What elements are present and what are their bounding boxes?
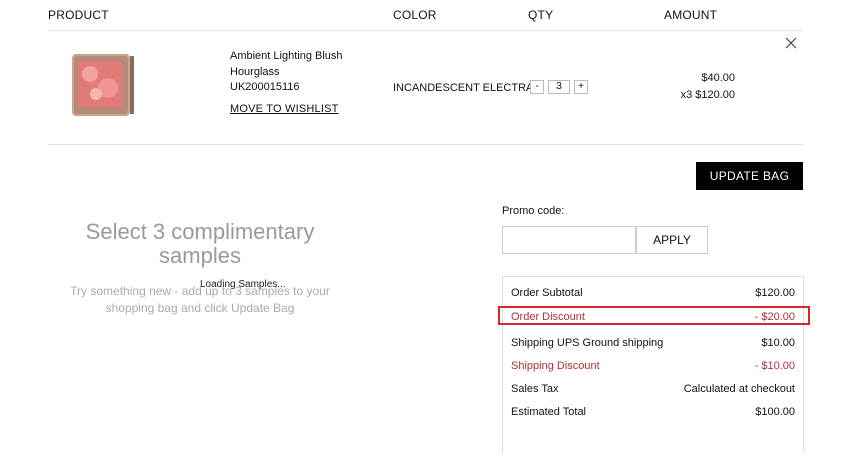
summary-label: Estimated Total <box>511 406 587 418</box>
apply-promo-button[interactable]: APPLY <box>636 226 708 254</box>
remove-item-close-icon[interactable] <box>784 36 798 50</box>
summary-label: Shipping UPS Ground shipping <box>511 337 664 349</box>
product-image[interactable] <box>68 52 148 120</box>
summary-shipping-row: Shipping UPS Ground shipping $10.00 <box>511 337 795 349</box>
summary-label: Sales Tax <box>511 383 559 395</box>
header-qty: QTY <box>528 8 554 22</box>
header-color: COLOR <box>393 8 437 22</box>
samples-title: Select 3 complimentary samples <box>85 219 315 268</box>
product-brand: Hourglass <box>230 66 280 78</box>
summary-estimated-total-row: Estimated Total $100.00 <box>511 406 795 418</box>
header-product: PRODUCT <box>48 8 109 22</box>
product-color: INCANDESCENT ELECTRA <box>393 82 534 94</box>
quantity-stepper: - 3 + <box>530 80 588 94</box>
summary-value: - $10.00 <box>754 360 795 372</box>
summary-shipping-discount-row: Shipping Discount - $10.00 <box>511 360 795 372</box>
update-bag-button[interactable]: UPDATE BAG <box>696 162 803 190</box>
summary-subtotal-row: Order Subtotal $120.00 <box>511 287 795 299</box>
promo-code-input[interactable] <box>502 226 636 254</box>
product-name[interactable]: Ambient Lighting Blush <box>230 49 343 64</box>
move-to-wishlist-link[interactable]: MOVE TO WISHLIST <box>230 103 339 115</box>
summary-label: Shipping Discount <box>511 360 600 372</box>
qty-decrease-button[interactable]: - <box>530 80 544 94</box>
summary-sales-tax-row: Sales Tax Calculated at checkout <box>511 383 795 395</box>
header-divider <box>48 30 803 31</box>
header-amount: AMOUNT <box>664 8 718 22</box>
summary-value: $100.00 <box>755 406 795 418</box>
summary-value: $120.00 <box>755 287 795 299</box>
summary-value: $10.00 <box>761 337 795 349</box>
loading-samples-text: Loading Samples... <box>200 279 286 290</box>
unit-price: $40.00 <box>701 72 735 84</box>
order-summary: Order Subtotal $120.00 Order Discount - … <box>502 276 804 452</box>
summary-label: Order Subtotal <box>511 287 583 299</box>
order-discount-highlight-box <box>498 306 810 325</box>
qty-increase-button[interactable]: + <box>574 80 588 94</box>
summary-value: Calculated at checkout <box>683 383 795 395</box>
item-divider <box>48 144 803 145</box>
product-sku: UK200015116 <box>230 81 300 93</box>
promo-code-label: Promo code: <box>502 205 565 217</box>
line-total: x3 $120.00 <box>680 89 735 101</box>
qty-value[interactable]: 3 <box>548 80 570 94</box>
